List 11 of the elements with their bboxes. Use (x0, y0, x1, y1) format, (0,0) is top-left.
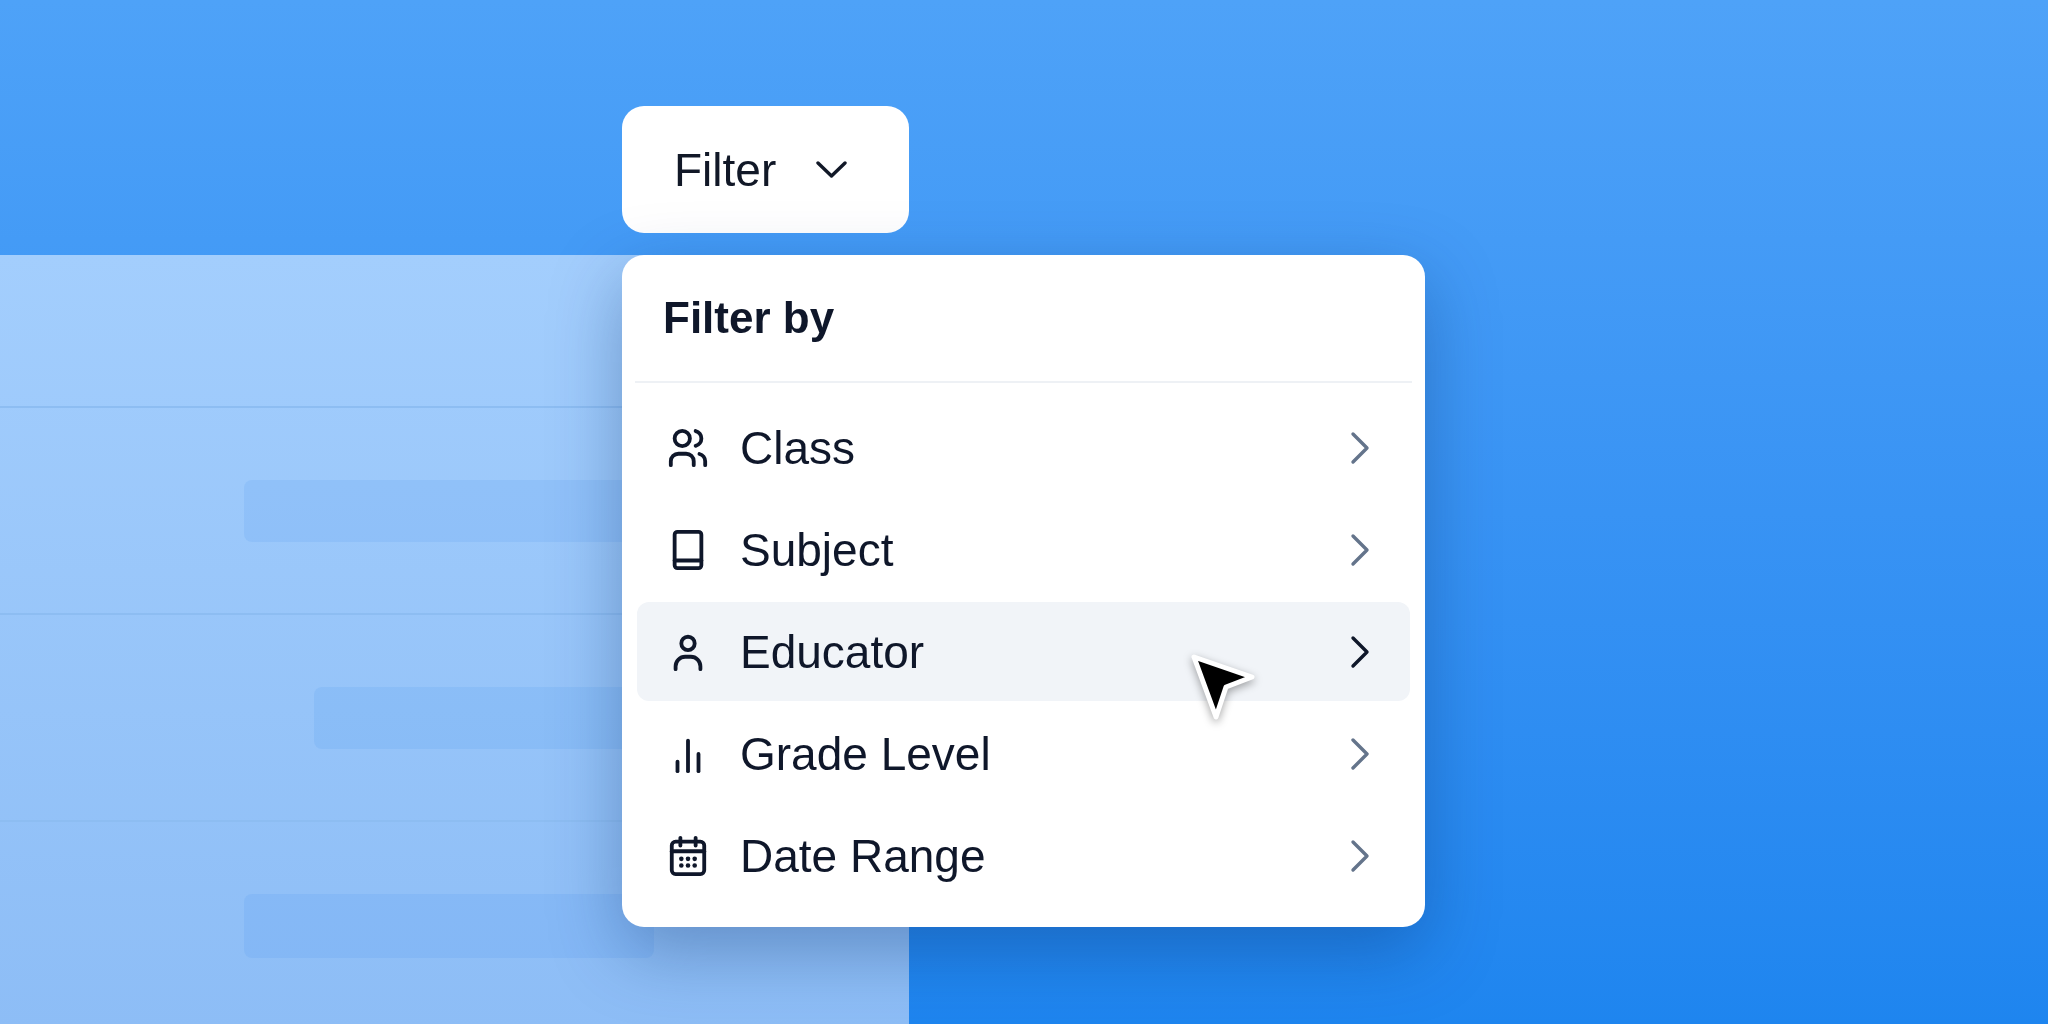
chevron-down-icon (816, 161, 848, 178)
filter-button[interactable]: Filter (622, 106, 909, 233)
people-icon (667, 426, 709, 469)
menu-item[interactable]: Educator (637, 602, 1410, 701)
chevron-right-icon (1350, 838, 1370, 873)
calendar-icon (667, 834, 709, 877)
chevron-right-icon (1350, 634, 1370, 669)
chevron-right-icon (1350, 736, 1370, 771)
chevron-right-icon (1350, 430, 1370, 465)
menu-title: Filter by (663, 296, 835, 340)
chevron-right-icon (1350, 532, 1370, 567)
